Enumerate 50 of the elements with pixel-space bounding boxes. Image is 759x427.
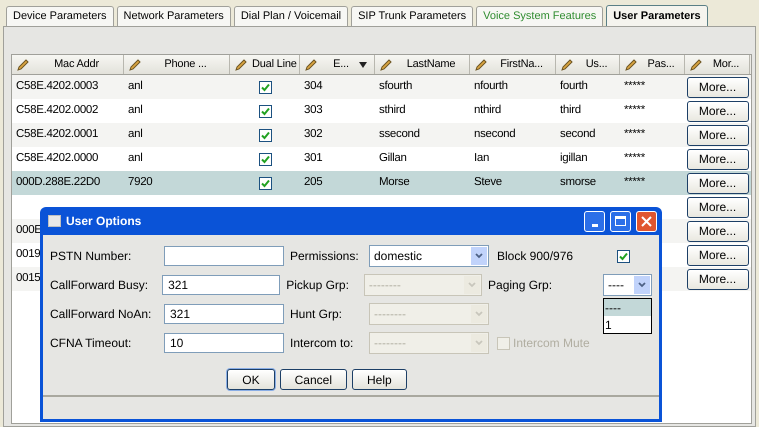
- table-cell: Morse: [379, 176, 410, 188]
- table-cell: 205: [304, 176, 322, 188]
- table-cell: sfourth: [379, 80, 412, 92]
- table-cell: Ian: [474, 152, 490, 164]
- window-title: User Options: [66, 213, 142, 230]
- table-cell: Gillan: [379, 152, 407, 164]
- field-label: CallForward Busy:: [50, 277, 150, 294]
- table-cell: sthird: [379, 104, 406, 116]
- table-cell: 0019: [16, 248, 40, 260]
- table-cell: 304: [304, 80, 322, 92]
- table-cell: anl: [128, 128, 142, 140]
- table-cell: Steve: [474, 176, 502, 188]
- table-cell: C58E.4202.0003: [16, 80, 98, 92]
- field-label: CallForward NoAn:: [50, 306, 152, 323]
- table-cell: smorse: [560, 176, 596, 188]
- field-label: Hunt Grp:: [289, 306, 344, 323]
- field-label: PSTN Number:: [50, 248, 132, 265]
- table-cell: *****: [624, 80, 645, 92]
- table-cell: *****: [624, 104, 645, 116]
- table-cell: nfourth: [474, 80, 508, 92]
- table-cell: anl: [128, 80, 142, 92]
- table-cell: C58E.4202.0002: [16, 104, 98, 116]
- table-cell: 7920: [128, 176, 152, 188]
- table-cell: anl: [128, 104, 142, 116]
- field-label: Paging Grp:: [488, 277, 554, 294]
- table-cell: nsecond: [474, 128, 516, 140]
- table-cell: C58E.4202.0001: [16, 128, 98, 140]
- table-cell: igillan: [560, 152, 588, 164]
- table-cell: second: [560, 128, 596, 140]
- table-cell: *****: [624, 176, 645, 188]
- table-cell: ssecond: [379, 128, 420, 140]
- table-cell: 000D.288E.22D0: [16, 176, 100, 188]
- field-label: Pickup Grp:: [285, 277, 350, 294]
- checkbox-label: Intercom Mute: [513, 335, 590, 352]
- table-cell: nthird: [474, 104, 501, 116]
- table-cell: anl: [128, 152, 142, 164]
- table-cell: C58E.4202.0000: [16, 152, 98, 164]
- table-cell: 301: [304, 152, 322, 164]
- field-label: CFNA Timeout:: [50, 335, 132, 352]
- table-cell: *****: [624, 128, 645, 140]
- field-label: Intercom to:: [289, 335, 354, 352]
- table-cell: *****: [624, 152, 645, 164]
- table-cell: 000E: [16, 224, 42, 236]
- table-cell: 303: [304, 104, 322, 116]
- table-cell: fourth: [560, 80, 588, 92]
- table-cell: 302: [304, 128, 322, 140]
- table-cell: 0015: [16, 272, 40, 284]
- field-label: Permissions:: [289, 248, 360, 265]
- checkbox-label: Block 900/976: [497, 248, 574, 265]
- table-cell: third: [560, 104, 581, 116]
